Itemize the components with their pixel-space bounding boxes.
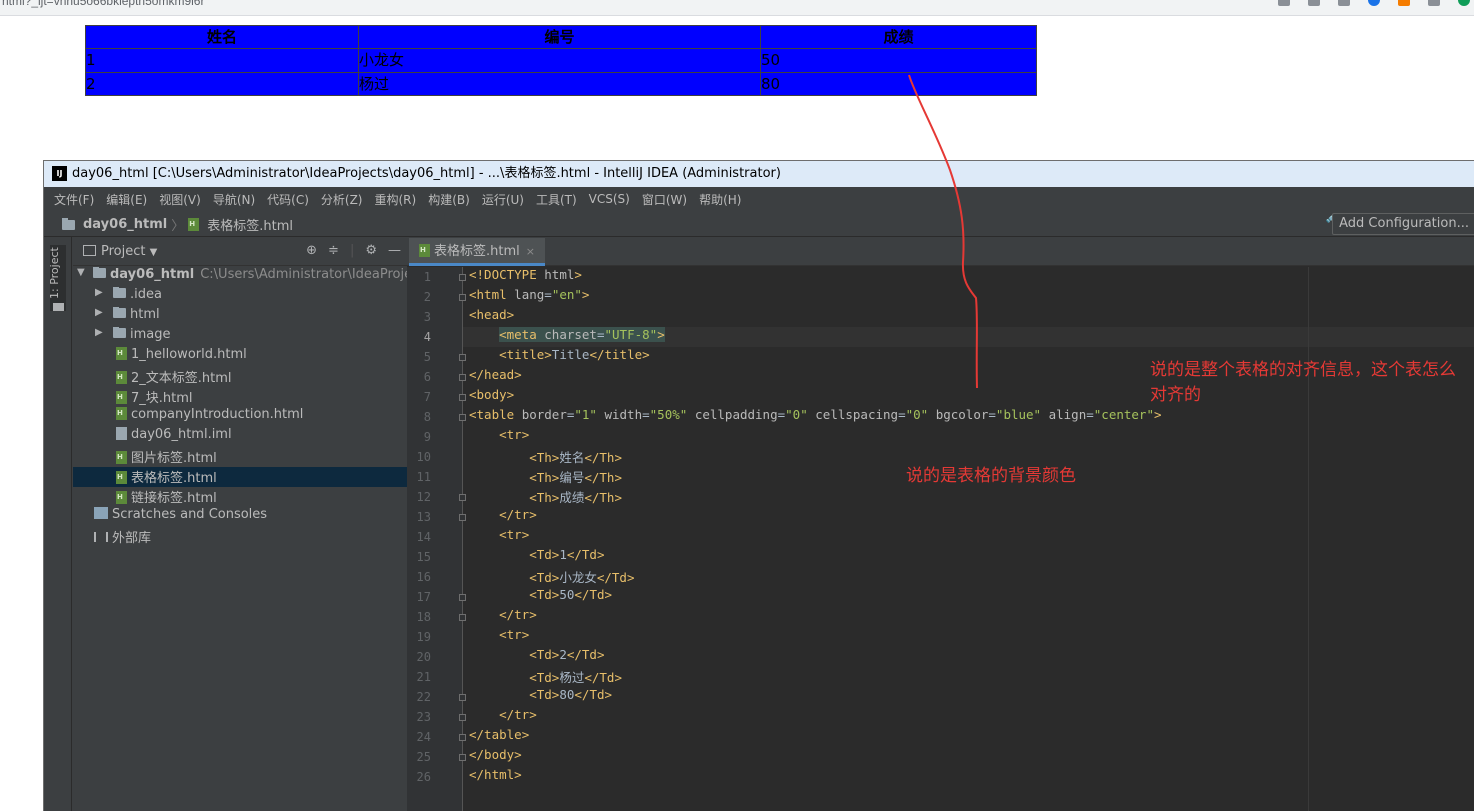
screenshot-root: html?_ijt=vnhu5o66bkleptn5omkm9i6r 姓名 编号… xyxy=(0,0,1474,811)
align-annotation: 说的是整个表格的对齐信息，这个表怎么对齐的 xyxy=(1150,360,1456,405)
red-arrow-line xyxy=(908,74,978,389)
bgcolor-annotation: 说的是表格的背景颜色 xyxy=(906,466,1076,486)
